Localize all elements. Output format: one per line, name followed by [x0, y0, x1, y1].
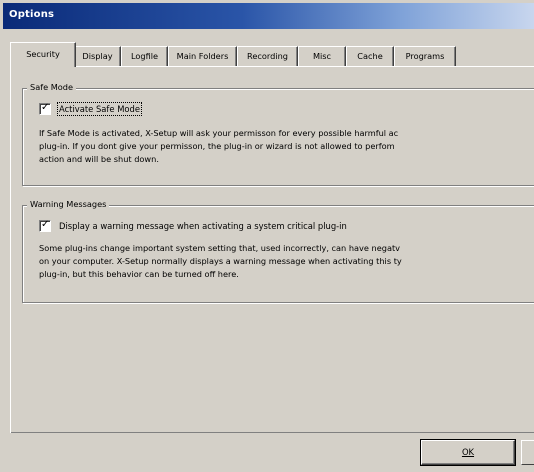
tab-misc[interactable]: Misc: [298, 46, 346, 66]
warning-messages-check-row[interactable]: ✓ Display a warning message when activat…: [39, 219, 347, 232]
warning-messages-checkbox-label[interactable]: Display a warning message when activatin…: [59, 221, 347, 231]
window-title: Options: [9, 9, 55, 20]
check-mark-icon: ✓: [41, 219, 50, 230]
ok-button[interactable]: OK: [421, 440, 515, 465]
tab-main-folders[interactable]: Main Folders: [168, 46, 237, 66]
safe-mode-description: If Safe Mode is activated, X-Setup will …: [39, 127, 534, 166]
safe-mode-check-row[interactable]: ✓ Activate Safe Mode: [39, 102, 143, 116]
safe-mode-group: Safe Mode ✓ Activate Safe Mode If Safe M…: [22, 82, 534, 186]
tab-strip: Security Display Logfile Main Folders Re…: [10, 42, 534, 67]
safe-mode-checkbox-label[interactable]: Activate Safe Mode: [56, 102, 143, 116]
title-bar[interactable]: Options: [3, 3, 534, 29]
tab-display[interactable]: Display: [74, 46, 121, 66]
tab-recording[interactable]: Recording: [237, 46, 298, 66]
warning-messages-group: Warning Messages ✓ Display a warning mes…: [22, 199, 534, 303]
warning-messages-description-line: Some plug-ins change important system se…: [39, 243, 401, 253]
tab-programs[interactable]: Programs: [394, 46, 456, 66]
safe-mode-group-title: Safe Mode: [27, 82, 77, 92]
warning-messages-checkbox[interactable]: ✓: [39, 219, 51, 232]
tab-security[interactable]: Security: [10, 42, 76, 67]
warning-messages-description-line: plug-in, but this behavior can be turned…: [39, 269, 239, 279]
safe-mode-description-line: If Safe Mode is activated, X-Setup will …: [39, 128, 399, 138]
tab-cache[interactable]: Cache: [346, 46, 394, 66]
ok-button-label: OK: [461, 447, 475, 457]
safe-mode-description-line: action and will be shut down.: [39, 154, 159, 164]
tab-logfile[interactable]: Logfile: [121, 46, 168, 66]
cancel-button-partial[interactable]: [521, 440, 534, 465]
warning-messages-description: Some plug-ins change important system se…: [39, 242, 534, 281]
options-dialog: Options Security Display Logfile Main Fo…: [0, 0, 534, 472]
safe-mode-checkbox[interactable]: ✓: [39, 102, 51, 115]
check-mark-icon: ✓: [41, 102, 50, 113]
warning-messages-description-line: on your computer. X-Setup normally displ…: [39, 256, 402, 266]
safe-mode-description-line: plug-in. If you dont give your permisson…: [39, 141, 395, 151]
warning-messages-group-title: Warning Messages: [27, 199, 110, 209]
